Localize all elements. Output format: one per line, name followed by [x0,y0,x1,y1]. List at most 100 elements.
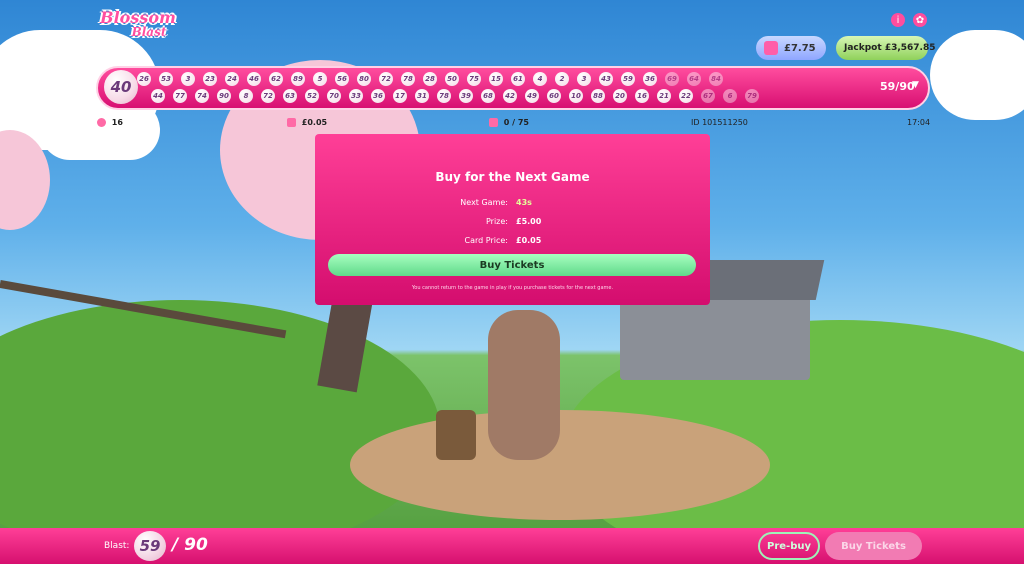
modal-note: You cannot return to the game in play if… [411,285,614,291]
called-ball: 70 [327,89,341,103]
card-price-info: £0.05 [287,118,327,127]
cards-info: 0 / 75 [489,118,529,127]
chevron-down-icon[interactable]: ▼ [912,80,919,90]
buy-tickets-button[interactable]: Buy Tickets [328,254,696,276]
card-price-value: £0.05 [301,118,328,127]
cards-icon [489,118,498,127]
buy-tickets-bottom-button[interactable]: Buy Tickets [825,532,922,560]
called-ball: 23 [203,72,217,86]
gift-icon [764,41,778,55]
called-ball: 63 [283,89,297,103]
players-count: 16 [97,118,123,127]
called-ball: 28 [423,72,437,86]
jackpot-label: Jackpot [844,43,882,53]
blast-ball: 59 [134,531,166,561]
info-icon[interactable]: i [891,13,905,27]
called-ball: 24 [225,72,239,86]
called-ball: 64 [687,72,701,86]
called-ball: 84 [709,72,723,86]
called-ball: 10 [569,89,583,103]
called-ball: 3 [181,72,195,86]
prize-label: Prize: [485,217,508,226]
bunny-character [488,310,560,460]
called-ball: 74 [195,89,209,103]
called-ball: 44 [151,89,165,103]
called-ball: 46 [247,72,261,86]
blast-total: / 90 [172,535,208,555]
prebuy-button[interactable]: Pre-buy [758,532,820,560]
called-ball: 78 [401,72,415,86]
balance-pill[interactable]: £7.75 [756,36,826,60]
called-ball: 68 [481,89,495,103]
called-ball: 49 [525,89,539,103]
called-ball: 72 [379,72,393,86]
logo-line2: Blast [131,25,167,39]
called-ball: 56 [335,72,349,86]
called-ball: 79 [745,89,759,103]
logo-line1: Blossom [100,8,176,27]
called-ball: 39 [459,89,473,103]
called-ball: 88 [591,89,605,103]
called-ball: 75 [467,72,481,86]
called-ball: 26 [137,72,151,86]
called-ball: 3 [577,72,591,86]
cards-value: 0 / 75 [503,118,529,127]
called-ball: 50 [445,72,459,86]
current-ball: 40 [104,70,138,104]
called-ball: 22 [679,89,693,103]
prize-value: £5.00 [516,217,542,226]
dirt-path [350,410,770,520]
called-ball: 6 [723,89,737,103]
player-icon [97,118,106,127]
called-ball: 62 [269,72,283,86]
modal-card-price-value: £0.05 [516,236,542,245]
called-ball: 15 [489,72,503,86]
called-ball: 36 [371,89,385,103]
blast-label: Blast: [104,541,130,551]
next-game-value: 43s [516,198,532,207]
balance-value: £7.75 [784,42,816,54]
cloud [930,30,1024,120]
flower-basket [436,410,476,460]
hill [0,300,440,560]
called-ball: 2 [555,72,569,86]
called-ball: 20 [613,89,627,103]
called-ball: 72 [261,89,275,103]
next-game-label: Next Game: [460,198,508,207]
called-ball: 90 [217,89,231,103]
modal-title: Buy for the Next Game [435,170,590,184]
called-ball: 53 [159,72,173,86]
called-ball: 31 [415,89,429,103]
called-ball: 52 [305,89,319,103]
gear-icon[interactable]: ✿ [913,13,927,27]
called-ball: 78 [437,89,451,103]
diamond-icon [287,118,296,127]
game-time: 17:04 [907,118,931,127]
called-ball: 43 [599,72,613,86]
called-ball: 59 [621,72,635,86]
called-ball: 42 [503,89,517,103]
called-ball: 17 [393,89,407,103]
game-id: ID 101511250 [691,118,748,127]
called-ball: 77 [173,89,187,103]
game-logo: Blossom Blast [96,10,180,42]
card-price-label: Card Price: [464,236,508,245]
jackpot-pill: Jackpot £3,567.85 [836,36,936,60]
called-ball: 36 [643,72,657,86]
called-ball: 5 [313,72,327,86]
called-ball: 80 [357,72,371,86]
called-ball: 33 [349,89,363,103]
called-ball: 8 [239,89,253,103]
jackpot-value: £3,567.85 [884,43,936,53]
called-ball: 67 [701,89,715,103]
balls-count: 59/90 [880,80,915,93]
called-ball: 61 [511,72,525,86]
called-ball: 69 [665,72,679,86]
called-ball: 4 [533,72,547,86]
called-ball: 89 [291,72,305,86]
called-ball: 60 [547,89,561,103]
called-ball: 16 [635,89,649,103]
called-ball: 21 [657,89,671,103]
buy-next-game-modal: Buy for the Next Game Next Game: 43s Pri… [315,134,710,305]
players-value: 16 [111,118,123,127]
